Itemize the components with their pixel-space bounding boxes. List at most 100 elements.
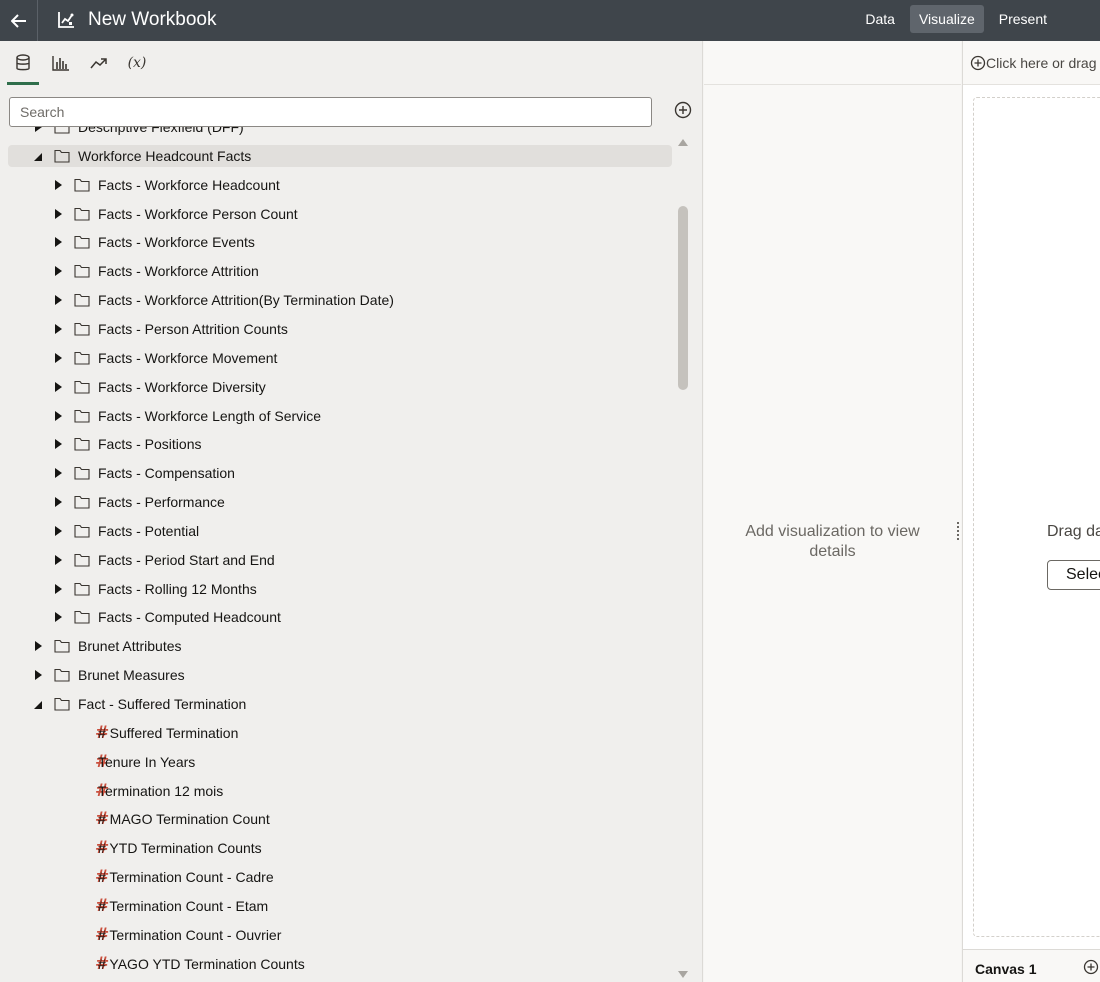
tree-item-label: Fact - Suffered Termination	[78, 696, 247, 712]
tree-measure-item[interactable]: # Termination 12 mois	[8, 780, 672, 802]
tree-measure-item[interactable]: # # Suffered Termination	[8, 722, 672, 744]
caret-right-icon[interactable]	[53, 236, 63, 248]
bar-chart-icon	[52, 56, 69, 71]
tab-canvas-1[interactable]: Canvas 1	[975, 961, 1036, 977]
tab-analytics[interactable]	[85, 49, 113, 77]
tab-visualize[interactable]: Visualize	[909, 5, 984, 33]
add-canvas-icon[interactable]	[1083, 959, 1099, 975]
caret-right-icon[interactable]	[33, 640, 43, 652]
tab-data-elements[interactable]	[7, 49, 39, 85]
tree-measure-item[interactable]: # Tenure In Years	[8, 751, 672, 773]
tree-item-label: # Termination Count - Cadre	[98, 869, 274, 886]
tree-item-label: # Termination Count - Etam	[98, 897, 269, 914]
database-icon	[16, 54, 30, 71]
caret-right-icon[interactable]	[53, 496, 63, 508]
tree-measure-item[interactable]: # # Termination Count - Cadre	[8, 866, 672, 888]
tree-folder-item[interactable]: Workforce Headcount Facts	[8, 144, 672, 167]
tree-folder-item[interactable]: Descriptive Flexfield (DFF)	[8, 127, 672, 138]
tree-folder-item[interactable]: Facts - Workforce Length of Service	[8, 405, 672, 427]
canvas-panel: Click here or drag Drag da Selec Canvas …	[962, 41, 1100, 982]
tree-folder-item[interactable]: Facts - Compensation	[8, 462, 672, 484]
filter-bar[interactable]: Click here or drag	[963, 41, 1100, 85]
canvas-drop-area[interactable]	[973, 97, 1100, 937]
folder-icon	[54, 640, 70, 653]
tree-item-label: # Termination Count - Ouvrier	[98, 926, 282, 943]
tree-item-label: Facts - Workforce Movement	[98, 349, 278, 366]
caret-right-icon[interactable]	[53, 179, 63, 191]
tree-folder-item[interactable]: Facts - Positions	[8, 433, 672, 455]
tree-item-label: Facts - Rolling 12 Months	[98, 580, 257, 597]
caret-right-icon[interactable]	[53, 323, 63, 335]
tree-item-label: Facts - Workforce Events	[98, 234, 255, 251]
tree-folder-item[interactable]: Facts - Workforce Events	[8, 231, 672, 253]
tree-measure-item[interactable]: # # YTD Termination Counts	[8, 837, 672, 859]
tree-folder-item[interactable]: Facts - Potential	[8, 520, 672, 542]
data-panel-tabs: (x)	[0, 41, 703, 85]
tree-folder-item[interactable]: Facts - Rolling 12 Months	[8, 578, 672, 600]
tree-item-label: Facts - Person Attrition Counts	[98, 320, 288, 337]
caret-right-icon[interactable]	[53, 438, 63, 450]
app-header: New Workbook Data Visualize Present	[0, 0, 1100, 41]
caret-right-icon[interactable]	[53, 554, 63, 566]
back-button[interactable]	[0, 0, 38, 41]
caret-right-icon[interactable]	[53, 467, 63, 479]
tree-folder-item[interactable]: Facts - Performance	[8, 491, 672, 513]
caret-right-icon[interactable]	[33, 669, 43, 681]
folder-icon	[74, 495, 90, 509]
tree-item-label: Brunet Attributes	[78, 638, 182, 655]
folder-icon	[74, 322, 90, 336]
tree-folder-item[interactable]: Facts - Workforce Attrition(By Terminati…	[8, 289, 672, 311]
folder-icon	[54, 669, 70, 682]
tree-folder-item[interactable]: Facts - Workforce Movement	[8, 347, 672, 369]
tree-measure-item[interactable]: # # YAGO YTD Termination Counts	[8, 953, 672, 975]
add-data-icon[interactable]	[674, 101, 692, 119]
tree-folder-item[interactable]: Facts - Workforce Attrition	[8, 260, 672, 282]
tab-present[interactable]: Present	[990, 5, 1056, 33]
scroll-up-arrow-icon[interactable]	[677, 137, 689, 147]
arrow-left-icon	[10, 13, 26, 28]
tree-folder-item[interactable]: Facts - Computed Headcount	[8, 606, 672, 628]
folder-icon	[74, 611, 90, 624]
tree-measure-item[interactable]: # # Termination Count - Etam	[8, 895, 672, 917]
caret-right-icon[interactable]	[33, 127, 43, 133]
tree-folder-item[interactable]: Facts - Workforce Headcount	[8, 174, 672, 196]
caret-right-icon[interactable]	[53, 525, 63, 537]
tree-item-label: # MAGO Termination Count	[98, 811, 270, 828]
tree-measure-item[interactable]: # # Termination Count - Ouvrier	[8, 924, 672, 946]
scroll-down-arrow-icon[interactable]	[677, 970, 689, 980]
caret-expanded-icon[interactable]	[33, 150, 43, 162]
tree-folder-item[interactable]: Facts - Workforce Person Count	[8, 203, 672, 225]
caret-right-icon[interactable]	[53, 381, 63, 393]
caret-right-icon[interactable]	[53, 583, 63, 595]
caret-right-icon[interactable]	[53, 265, 63, 277]
tree-folder-item[interactable]: Brunet Attributes	[8, 635, 672, 657]
tree-folder-item[interactable]: Fact - Suffered Termination	[8, 693, 672, 715]
caret-right-icon[interactable]	[53, 208, 63, 220]
folder-icon	[74, 582, 90, 596]
grammar-panel-header	[704, 41, 961, 85]
tree-folder-item[interactable]: Facts - Person Attrition Counts	[8, 318, 672, 340]
tree-item-label: Facts - Computed Headcount	[98, 609, 281, 626]
panel-splitter[interactable]	[957, 522, 959, 540]
tree-measure-item[interactable]: # # MAGO Termination Count	[8, 808, 672, 830]
caret-right-icon[interactable]	[53, 410, 63, 422]
tab-calculations[interactable]: (x)	[123, 49, 151, 77]
tree-item-label: Tenure In Years	[98, 753, 196, 770]
select-data-button[interactable]: Selec	[1047, 560, 1100, 590]
caret-expanded-icon[interactable]	[33, 698, 43, 710]
caret-right-icon[interactable]	[53, 294, 63, 306]
canvas-tab-bar: Canvas 1	[963, 949, 1100, 982]
tree-item-label: Termination 12 mois	[98, 782, 224, 799]
folder-icon	[74, 351, 90, 365]
tree-folder-item[interactable]: Facts - Workforce Diversity	[8, 376, 672, 398]
caret-right-icon[interactable]	[53, 611, 63, 623]
tree-scrollbar-thumb[interactable]	[678, 206, 688, 390]
tree-folder-item[interactable]: Brunet Measures	[8, 664, 672, 686]
search-input[interactable]	[9, 97, 652, 127]
tree-item-label: # YTD Termination Counts	[98, 840, 262, 857]
caret-right-icon[interactable]	[53, 352, 63, 364]
tab-visualizations[interactable]	[47, 49, 75, 77]
tab-data[interactable]: Data	[856, 5, 904, 33]
grammar-empty-message: Add visualization to view details	[745, 523, 920, 560]
tree-folder-item[interactable]: Facts - Period Start and End	[8, 549, 672, 571]
